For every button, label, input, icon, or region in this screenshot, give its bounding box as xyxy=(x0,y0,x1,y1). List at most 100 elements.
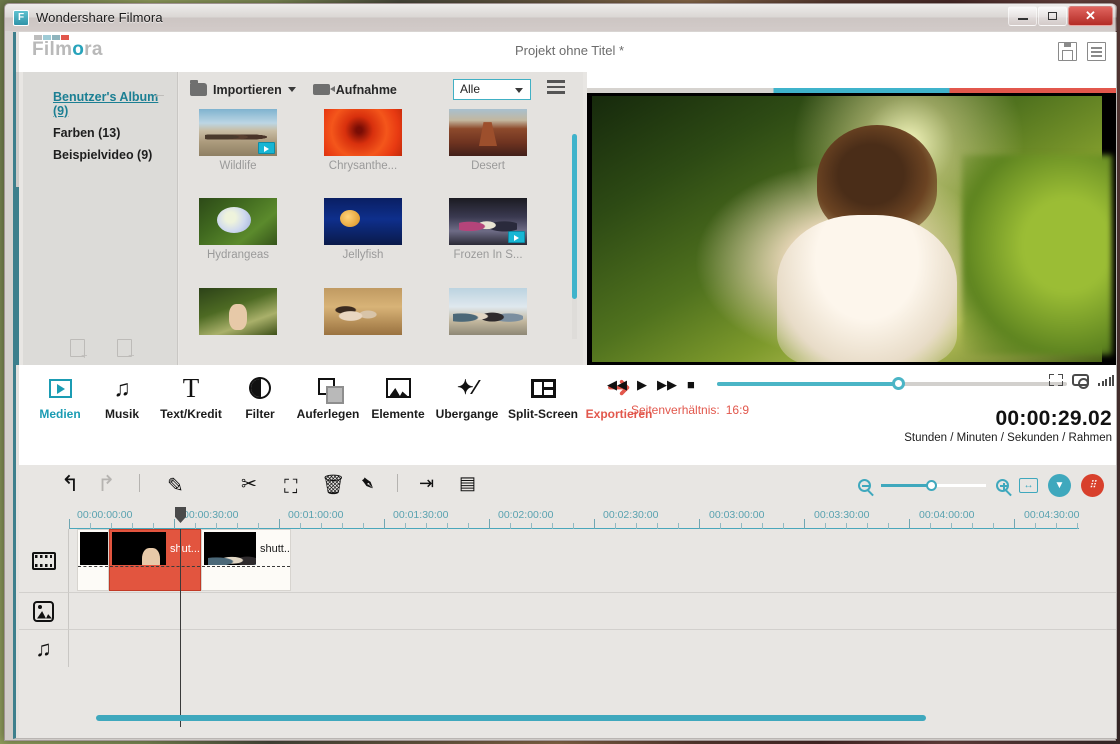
zoom-in-icon[interactable] xyxy=(996,479,1009,492)
toolbar-item-split-screen[interactable]: Split-Screen xyxy=(503,371,583,421)
remove-album-icon[interactable] xyxy=(116,339,135,360)
media-item[interactable]: Chrysanthe... xyxy=(315,109,411,189)
toolbar-item-label: Filter xyxy=(245,407,275,421)
camera-video-icon xyxy=(312,84,335,95)
library-area: Benutzer's Album (9) ← Farben (13) Beisp… xyxy=(16,72,583,365)
track-body-video[interactable]: shut... shutt... xyxy=(69,529,1116,593)
toolbar-divider xyxy=(397,474,398,492)
undo-icon[interactable]: ↰ xyxy=(61,473,79,495)
split-icon[interactable]: ✂ xyxy=(241,473,257,496)
media-thumbnail xyxy=(199,287,277,335)
edit-icon[interactable]: ✎ xyxy=(167,473,184,498)
seek-handle[interactable] xyxy=(892,377,905,390)
close-button[interactable]: ✕ xyxy=(1068,6,1113,26)
zoom-slider[interactable] xyxy=(881,480,986,491)
record-button[interactable]: Aufnahme xyxy=(312,83,397,97)
settings-icon[interactable]: ▤ xyxy=(459,473,476,494)
list-view-icon[interactable] xyxy=(547,80,565,94)
aspect-value[interactable]: 16:9 xyxy=(726,403,749,417)
media-scrollbar-thumb[interactable] xyxy=(572,134,577,299)
ruler-tick xyxy=(384,519,385,529)
toolbar-item-auferlegen[interactable]: Auferlegen xyxy=(291,371,365,421)
playhead[interactable] xyxy=(180,529,181,738)
track-header-video[interactable] xyxy=(19,529,69,593)
back-arrow-icon[interactable]: ← xyxy=(152,85,167,102)
ruler-label: 00:02:30:00 xyxy=(603,509,659,521)
clip-thumbnail xyxy=(204,532,256,565)
timecode-value[interactable]: 00:00:29.02 xyxy=(904,407,1112,431)
fullscreen-icon[interactable] xyxy=(1049,374,1063,386)
sidebar-scrollbar-thumb[interactable] xyxy=(16,187,19,365)
fast-forward-icon[interactable]: ▶▶ xyxy=(657,378,677,391)
media-item[interactable]: Frozen In S... xyxy=(440,198,536,278)
aspect-label: Seitenverhältnis: xyxy=(631,403,720,417)
redo-icon[interactable]: ↱ xyxy=(97,473,115,495)
media-item[interactable]: Desert xyxy=(440,109,536,189)
toolbar-item-ubergange[interactable]: ✦⁄ Ubergange xyxy=(431,371,503,421)
filter-icon xyxy=(229,371,291,405)
menu-icon[interactable] xyxy=(1087,42,1106,61)
track-header-audio[interactable]: ♫ xyxy=(19,630,69,667)
grid-icon[interactable]: ⠿ xyxy=(1081,474,1104,497)
color-picker-icon[interactable]: ✒ xyxy=(353,471,381,499)
zoom-handle[interactable] xyxy=(926,480,937,491)
minimize-button[interactable] xyxy=(1008,6,1037,26)
marker-icon[interactable]: ⇥ xyxy=(419,473,434,494)
ruler-label: 00:01:30:00 xyxy=(393,509,449,521)
track-header-image[interactable] xyxy=(19,593,69,630)
sidebar-item-label: Farben (13) xyxy=(53,126,121,140)
media-thumbnail xyxy=(449,109,527,156)
clip-top xyxy=(78,530,108,567)
audio-track-icon: ♫ xyxy=(35,635,52,661)
download-icon[interactable]: ▼ xyxy=(1048,474,1071,497)
timecode-display: 00:00:29.02 Stunden / Minuten / Sekunden… xyxy=(904,407,1112,444)
sidebar-item-beispielvideo[interactable]: Beispielvideo (9) xyxy=(23,144,177,166)
media-item[interactable] xyxy=(190,287,286,356)
timeline-horizontal-scrollbar[interactable] xyxy=(96,715,926,721)
maximize-button[interactable] xyxy=(1038,6,1067,26)
track-body-image[interactable] xyxy=(69,593,1116,630)
media-scrollbar-track[interactable] xyxy=(572,134,577,339)
media-item[interactable]: Hydrangeas xyxy=(190,198,286,278)
toolbar-item-label: Ubergange xyxy=(435,407,499,421)
toolbar-item-text-kredit[interactable]: T Text/Kredit xyxy=(153,371,229,422)
media-filter-select[interactable]: Alle xyxy=(453,79,531,100)
timeline-clip[interactable]: shutt... xyxy=(201,529,291,591)
toolbar-item-musik[interactable]: ♫ Musik xyxy=(91,371,153,421)
sidebar-item-farben[interactable]: Farben (13) xyxy=(23,122,177,144)
media-thumbnail xyxy=(324,109,402,156)
crop-icon[interactable]: ⛶ xyxy=(284,473,297,495)
video-badge-icon xyxy=(508,231,525,244)
delete-icon[interactable]: 🗑 xyxy=(321,473,345,497)
album-sidebar: Benutzer's Album (9) ← Farben (13) Beisp… xyxy=(23,72,178,365)
timeline-clip[interactable] xyxy=(77,529,109,591)
add-album-icon[interactable] xyxy=(69,339,88,360)
sidebar-scrollbar-track[interactable] xyxy=(16,72,19,365)
seek-slider[interactable] xyxy=(717,377,1067,390)
toolbar-item-elemente[interactable]: Elemente xyxy=(365,371,431,421)
signal-bars-icon[interactable] xyxy=(1098,374,1114,386)
clip-thumbnail xyxy=(112,532,166,565)
import-button[interactable]: Importieren xyxy=(190,80,296,97)
media-item-label: Hydrangeas xyxy=(206,249,269,262)
zoom-out-icon[interactable] xyxy=(858,479,871,492)
timeline-clip[interactable]: shut... xyxy=(109,529,201,591)
camera-icon[interactable] xyxy=(1072,374,1089,389)
media-item[interactable] xyxy=(440,287,536,356)
rewind-icon[interactable]: ◀◀ xyxy=(607,378,627,391)
video-preview[interactable] xyxy=(587,93,1116,365)
stop-icon[interactable]: ■ xyxy=(687,378,695,391)
track-body-audio[interactable] xyxy=(69,630,1116,667)
toolbar-item-filter[interactable]: Filter xyxy=(229,371,291,421)
media-item[interactable]: Wildlife xyxy=(190,109,286,189)
play-icon[interactable]: ▶ xyxy=(637,378,647,391)
media-item-label: Frozen In S... xyxy=(453,249,523,262)
ruler-label: 00:01:00:00 xyxy=(288,509,344,521)
splitscreen-icon xyxy=(503,371,583,405)
media-item[interactable] xyxy=(315,287,411,356)
clip-label: shutt... xyxy=(260,543,291,555)
media-item[interactable]: Jellyfish xyxy=(315,198,411,278)
save-icon[interactable] xyxy=(1058,42,1077,61)
fit-to-timeline-icon[interactable]: ↔ xyxy=(1019,478,1038,493)
toolbar-item-medien[interactable]: Medien xyxy=(29,371,91,421)
